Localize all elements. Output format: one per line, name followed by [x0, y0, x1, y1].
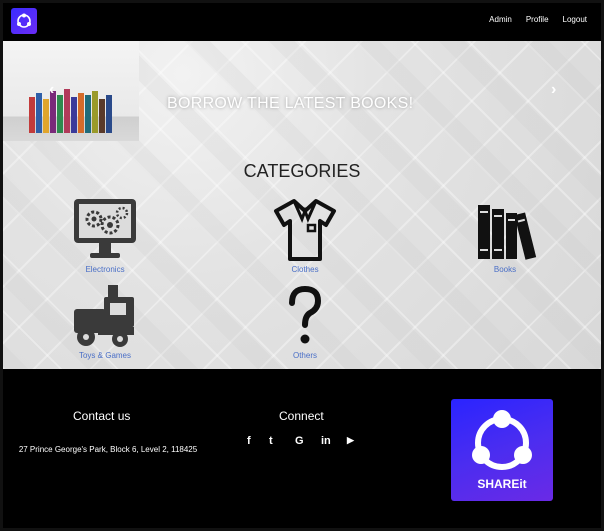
category-books[interactable]: Books	[455, 197, 555, 274]
contact-heading: Contact us	[73, 409, 131, 423]
nav-links: Admin Profile Logout	[489, 15, 587, 24]
shirt-icon	[274, 199, 336, 261]
category-label-electronics: Electronics	[85, 265, 125, 274]
category-clothes[interactable]: Clothes	[255, 197, 355, 274]
categories-title: CATEGORIES	[243, 161, 361, 181]
shareit-logo-icon	[472, 410, 532, 470]
question-mark-icon	[289, 285, 322, 344]
category-label-others: Others	[292, 351, 317, 360]
toy-train-icon	[74, 285, 134, 347]
books-photo	[3, 41, 139, 141]
nav-link-logout[interactable]: Logout	[563, 15, 587, 24]
shareit-app-name: SHAREit	[477, 477, 527, 491]
facebook-icon[interactable]: f	[247, 435, 251, 447]
hero-carousel: ‹ BORROW THE LATEST BOOKS! ›	[3, 41, 601, 141]
linkedin-icon[interactable]: in	[321, 435, 331, 447]
monitor-gears-icon	[74, 199, 136, 258]
footer: Contact us 27 Prince George's Park, Bloc…	[3, 369, 601, 528]
chevron-left-icon[interactable]: ‹	[49, 81, 54, 99]
nav-link-profile[interactable]: Profile	[526, 15, 549, 24]
category-label-clothes: Clothes	[291, 265, 319, 274]
youtube-icon[interactable]: ▶	[347, 435, 354, 446]
connect-heading: Connect	[279, 409, 324, 423]
chevron-right-icon[interactable]: ›	[551, 81, 556, 99]
carousel-caption: BORROW THE LATEST BOOKS!	[167, 95, 414, 112]
shareit-app-tile[interactable]: SHAREit	[451, 399, 553, 501]
category-toys-games[interactable]: Toys & Games	[55, 283, 155, 360]
category-label-toys-games: Toys & Games	[78, 351, 131, 360]
navbar: Admin Profile Logout	[3, 3, 601, 41]
books-icon	[478, 205, 537, 260]
page-frame: Admin Profile Logout ‹ BORROW THE LATEST…	[0, 0, 604, 531]
category-others[interactable]: Others	[255, 283, 355, 360]
category-label-books: Books	[493, 265, 517, 274]
shareit-logo-icon[interactable]	[11, 8, 37, 34]
nav-link-admin[interactable]: Admin	[489, 15, 512, 24]
twitter-icon[interactable]: t	[269, 435, 273, 447]
category-electronics[interactable]: Electronics	[55, 197, 155, 274]
google-icon[interactable]: G	[295, 435, 304, 447]
contact-address: 27 Prince George's Park, Block 6, Level …	[18, 445, 198, 454]
